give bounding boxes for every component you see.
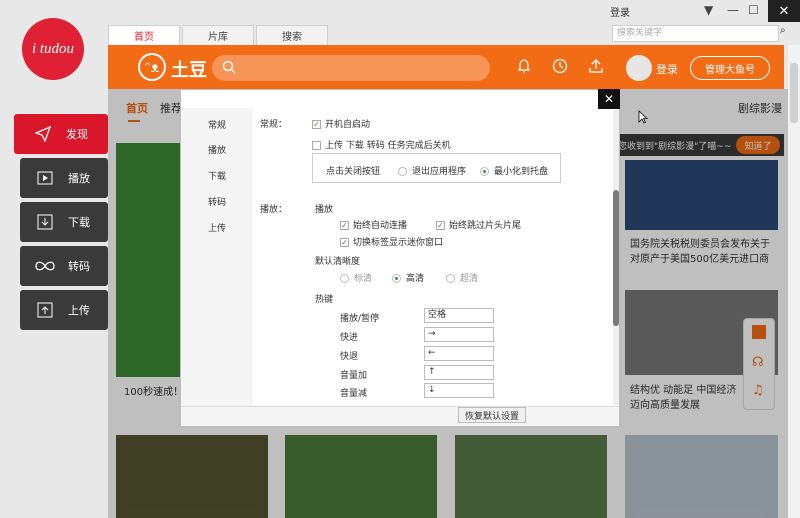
radio-quality-hd[interactable]: 高清	[392, 271, 424, 284]
radio-label: 高清	[406, 274, 425, 284]
hotkeys-title: 热键	[315, 295, 334, 305]
minimize-icon[interactable]: —	[727, 3, 739, 17]
checkbox-checked-icon: ✓	[340, 238, 349, 247]
radio-icon	[398, 167, 407, 176]
play-subsection-title: 播放	[315, 205, 334, 215]
radio-selected-icon	[480, 167, 489, 176]
hotkey-input-play-pause[interactable]: 空格	[424, 308, 494, 323]
checkbox-unchecked-icon	[312, 141, 321, 150]
dialog-close-icon[interactable]: ✕	[598, 89, 620, 109]
hotkey-input-rewind[interactable]: ←	[424, 346, 494, 361]
settings-nav-upload[interactable]: 上传	[181, 221, 253, 234]
checkbox-label: 上传 下载 转码 任务完成后关机	[325, 141, 451, 151]
header-search-input[interactable]	[212, 55, 490, 81]
top-search-input[interactable]: 搜索关键字	[612, 25, 779, 42]
radio-icon	[446, 274, 455, 283]
rail-label: 播放	[68, 172, 90, 185]
play-icon	[32, 171, 58, 185]
checkbox-checked-icon: ✓	[312, 120, 321, 129]
hotkey-input-volume-up[interactable]: ↑	[424, 365, 494, 380]
radio-label: 超清	[460, 274, 479, 284]
rail-item-play[interactable]: 播放	[20, 158, 108, 198]
hotkey-action: 快退	[340, 352, 359, 362]
dialog-scrollbar[interactable]	[613, 110, 619, 405]
tab-label: 片库	[208, 32, 228, 43]
mini-window-checkbox[interactable]: ✓ 切换标签显示迷你窗口	[340, 235, 443, 248]
hotkey-action: 音量减	[340, 389, 368, 399]
section-general-label: 常规：	[260, 120, 288, 130]
radio-quality-uhd[interactable]: 超清	[446, 271, 478, 284]
settings-nav-transcode[interactable]: 转码	[181, 195, 253, 208]
radio-selected-icon	[392, 274, 401, 283]
settings-nav-general[interactable]: 常规	[181, 118, 253, 131]
radio-exit-app[interactable]: 退出应用程序	[398, 164, 466, 177]
radio-label: 最小化到托盘	[494, 167, 549, 177]
hotkey-input-volume-down[interactable]: ↓	[424, 383, 494, 398]
radio-label: 标清	[354, 274, 373, 284]
settings-nav-play[interactable]: 播放	[181, 143, 253, 156]
search-icon	[222, 60, 236, 77]
top-login-link[interactable]: 登录	[610, 4, 630, 19]
shutdown-checkbox[interactable]: 上传 下载 转码 任务完成后关机	[312, 138, 451, 151]
checkbox-label: 始终跳过片头片尾	[449, 221, 522, 231]
brand-name: 土豆	[171, 60, 207, 81]
menu-dropdown-icon[interactable]: ▼	[704, 3, 713, 17]
settings-nav-download[interactable]: 下载	[181, 169, 253, 182]
checkbox-label: 始终自动连播	[353, 221, 408, 231]
infinity-icon	[32, 260, 58, 272]
radio-label: 退出应用程序	[412, 167, 467, 177]
bell-icon[interactable]	[516, 58, 532, 77]
logo-text: i tudou	[31, 40, 75, 57]
close-behavior-label: 点击关闭按钮	[326, 167, 381, 177]
hotkey-action: 音量加	[340, 371, 368, 381]
tab-home[interactable]: 首页	[108, 25, 180, 45]
rail-label: 转码	[68, 260, 90, 273]
search-icon[interactable]: ⌕	[780, 25, 786, 36]
upload-icon	[32, 302, 58, 318]
hotkey-action: 快进	[340, 333, 359, 343]
auto-continue-checkbox[interactable]: ✓ 始终自动连播	[340, 218, 407, 231]
page-scrollbar[interactable]	[788, 45, 800, 518]
section-play-label: 播放：	[260, 205, 288, 215]
skip-intro-checkbox[interactable]: ✓ 始终跳过片头片尾	[436, 218, 521, 231]
tab-label: 首页	[134, 32, 154, 43]
tudou-face-icon: ᵔᴥ	[138, 53, 166, 81]
rail-item-discover[interactable]: 发现	[14, 114, 108, 154]
radio-quality-sd[interactable]: 标清	[340, 271, 372, 284]
mouse-cursor-icon	[638, 110, 649, 127]
rail-item-upload[interactable]: 上传	[20, 290, 108, 330]
history-icon[interactable]	[552, 58, 568, 77]
reset-defaults-button[interactable]: 恢复默认设置	[458, 407, 526, 423]
hotkey-input-forward[interactable]: →	[424, 327, 494, 342]
manage-account-button[interactable]: 管理大鱼号	[690, 56, 770, 80]
send-icon	[30, 126, 56, 142]
upload-icon[interactable]	[588, 58, 604, 77]
checkbox-label: 切换标签显示迷你窗口	[353, 238, 444, 248]
rail-label: 下载	[68, 216, 90, 229]
tab-search[interactable]: 搜索	[256, 25, 328, 45]
tab-library[interactable]: 片库	[182, 25, 254, 45]
tab-label: 搜索	[282, 32, 302, 43]
app-logo[interactable]: i tudou	[22, 18, 84, 80]
window-close-icon[interactable]: ✕	[768, 0, 800, 22]
maximize-icon[interactable]: ☐	[748, 3, 759, 17]
checkbox-checked-icon: ✓	[436, 221, 445, 230]
download-icon	[32, 214, 58, 230]
rail-label: 上传	[68, 304, 90, 317]
rail-item-transcode[interactable]: 转码	[20, 246, 108, 286]
radio-minimize-tray[interactable]: 最小化到托盘	[480, 164, 548, 177]
checkbox-checked-icon: ✓	[340, 221, 349, 230]
radio-icon	[340, 274, 349, 283]
dialog-footer	[181, 406, 619, 426]
avatar[interactable]	[626, 55, 652, 81]
rail-label: 发现	[66, 128, 88, 141]
checkbox-label: 开机自启动	[325, 120, 371, 130]
rail-item-download[interactable]: 下载	[20, 202, 108, 242]
autostart-checkbox[interactable]: ✓ 开机自启动	[312, 117, 370, 130]
header-login-link[interactable]: 登录	[656, 61, 678, 77]
hotkey-action: 播放/暂停	[340, 314, 380, 324]
quality-title: 默认清晰度	[315, 257, 361, 267]
